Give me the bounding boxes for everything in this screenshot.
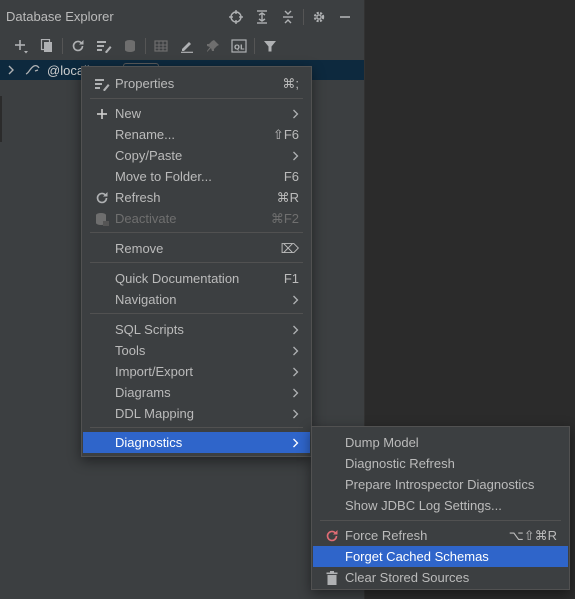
submenu-item-show-jdbc-log-settings[interactable]: Show JDBC Log Settings... — [313, 495, 568, 516]
menu-item-quick-documentation[interactable]: Quick Documentation F1 — [83, 268, 310, 289]
pin-icon[interactable] — [200, 35, 226, 57]
chevron-right-icon — [292, 367, 300, 377]
console-icon[interactable]: QL — [226, 35, 252, 57]
menu-separator — [320, 520, 561, 521]
copy-icon[interactable] — [34, 35, 60, 57]
menu-item-diagrams[interactable]: Diagrams — [83, 382, 310, 403]
menu-item-remove[interactable]: Remove ⌦ — [83, 238, 310, 259]
minimize-icon[interactable] — [332, 7, 358, 27]
panel-title: Database Explorer — [6, 8, 114, 24]
toolbar-separator — [254, 38, 255, 54]
table-icon[interactable] — [148, 35, 174, 57]
left-edge-strip — [0, 96, 2, 142]
chevron-right-icon — [292, 295, 300, 305]
submenu-item-prepare-introspector-diagnostics[interactable]: Prepare Introspector Diagnostics — [313, 474, 568, 495]
chevron-right-icon — [292, 438, 300, 448]
add-icon[interactable] — [8, 35, 34, 57]
menu-separator — [90, 262, 303, 263]
refresh-icon — [94, 190, 110, 206]
menu-item-navigation[interactable]: Navigation — [83, 289, 310, 310]
svg-text:QL: QL — [234, 44, 245, 52]
menu-separator — [90, 232, 303, 233]
menu-item-import-export[interactable]: Import/Export — [83, 361, 310, 382]
toolbar-separator — [145, 38, 146, 54]
menu-item-move-to-folder[interactable]: Move to Folder... F6 — [83, 166, 310, 187]
menu-separator — [90, 313, 303, 314]
menu-item-deactivate[interactable]: Deactivate ⌘F2 — [83, 208, 310, 229]
menu-item-rename[interactable]: Rename... ⇧F6 — [83, 124, 310, 145]
gear-icon[interactable] — [306, 7, 332, 27]
submenu-item-clear-stored-sources[interactable]: Clear Stored Sources — [313, 567, 568, 588]
menu-item-sql-scripts[interactable]: SQL Scripts — [83, 319, 310, 340]
deactivate-icon — [94, 211, 110, 227]
chevron-right-icon — [292, 151, 300, 161]
chevron-right-icon — [292, 109, 300, 119]
trash-icon — [324, 570, 340, 586]
mysql-dolphin-icon — [25, 63, 43, 78]
submenu-item-diagnostic-refresh[interactable]: Diagnostic Refresh — [313, 453, 568, 474]
panel-titlebar: Database Explorer — [0, 0, 364, 32]
submenu-item-force-refresh[interactable]: Force Refresh ⌥⇧⌘R — [313, 525, 568, 546]
expand-all-icon[interactable] — [249, 7, 275, 27]
menu-separator — [90, 98, 303, 99]
menu-item-copy-paste[interactable]: Copy/Paste — [83, 145, 310, 166]
data-source-properties-icon[interactable] — [91, 35, 117, 57]
crosshair-icon[interactable] — [223, 7, 249, 27]
chevron-right-icon — [292, 409, 300, 419]
diagnostics-submenu: Dump Model Diagnostic Refresh Prepare In… — [311, 426, 570, 590]
title-icons — [223, 7, 358, 27]
filter-icon[interactable] — [257, 35, 283, 57]
explorer-toolbar: QL — [0, 32, 364, 60]
menu-item-tools[interactable]: Tools — [83, 340, 310, 361]
force-refresh-icon — [324, 528, 340, 544]
title-separator — [303, 9, 304, 25]
menu-item-ddl-mapping[interactable]: DDL Mapping — [83, 403, 310, 424]
chevron-right-icon — [292, 325, 300, 335]
chevron-right-icon — [292, 346, 300, 356]
refresh-icon[interactable] — [65, 35, 91, 57]
chevron-right-icon[interactable] — [7, 63, 19, 78]
chevron-right-icon — [292, 388, 300, 398]
collapse-all-icon[interactable] — [275, 7, 301, 27]
menu-item-new[interactable]: New — [83, 103, 310, 124]
menu-item-refresh[interactable]: Refresh ⌘R — [83, 187, 310, 208]
menu-item-properties[interactable]: Properties ⌘; — [83, 73, 310, 94]
plus-icon — [94, 106, 110, 122]
edit-icon[interactable] — [174, 35, 200, 57]
submenu-item-forget-cached-schemas[interactable]: Forget Cached Schemas — [313, 546, 568, 567]
menu-item-diagnostics[interactable]: Diagnostics — [83, 432, 310, 453]
submenu-item-dump-model[interactable]: Dump Model — [313, 432, 568, 453]
toolbar-separator — [62, 38, 63, 54]
properties-icon — [94, 76, 110, 92]
menu-separator — [90, 427, 303, 428]
context-menu: Properties ⌘; New Rename... ⇧F6 Copy/Pas… — [81, 66, 312, 457]
deactivate-icon[interactable] — [117, 35, 143, 57]
